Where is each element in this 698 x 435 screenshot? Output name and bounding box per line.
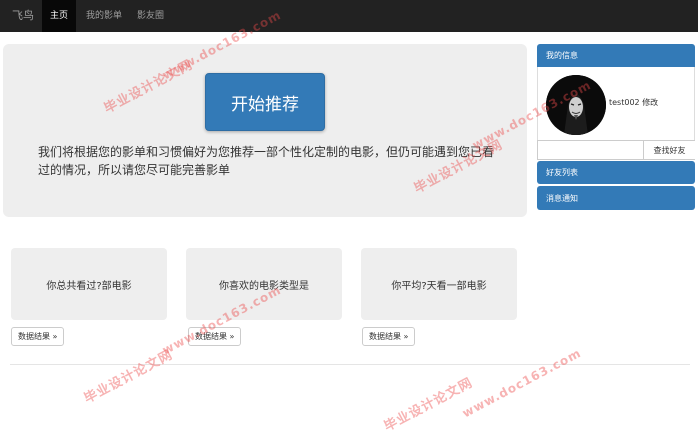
start-recommend-button[interactable]: 开始推荐 <box>205 73 325 131</box>
mask-avatar-icon <box>546 75 606 135</box>
data-result-button-1[interactable]: 数据结果 » <box>11 327 65 346</box>
notifications-header[interactable]: 消息通知 <box>537 186 695 210</box>
watermark-url: www.doc163.com <box>460 345 584 421</box>
brand-logo[interactable]: 飞鸟 <box>12 0 34 32</box>
user-line: test002 修改 <box>609 97 658 108</box>
friend-search-group: 查找好友 <box>537 140 695 160</box>
favorite-genre-card: 你喜欢的电影类型是 <box>186 248 342 320</box>
watermark-cn: 毕业设计论文网 <box>81 347 176 407</box>
find-friend-button[interactable]: 查找好友 <box>643 141 695 159</box>
divider <box>10 364 690 365</box>
my-info-header[interactable]: 我的信息 <box>537 44 695 67</box>
data-result-button-2[interactable]: 数据结果 » <box>188 327 242 346</box>
watermark-cn: 毕业设计论文网 <box>381 375 476 435</box>
nav-item-my-movielist[interactable]: 我的影单 <box>78 0 130 32</box>
friends-list-header[interactable]: 好友列表 <box>537 161 695 184</box>
friend-search-input[interactable] <box>538 141 643 159</box>
recommend-description: 我们将根据您的影单和习惯偏好为您推荐一部个性化定制的电影，但仍可能遇到您已看过的… <box>38 145 495 177</box>
nav-item-home[interactable]: 主页 <box>42 0 77 32</box>
nav-item-friends-circle[interactable]: 影友圈 <box>129 0 172 32</box>
watch-frequency-card: 你平均?天看一部电影 <box>361 248 517 320</box>
edit-profile-link[interactable]: 修改 <box>642 98 658 107</box>
top-navbar: 飞鸟 主页 我的影单 影友圈 <box>0 0 698 32</box>
username-label: test002 <box>609 98 640 107</box>
avatar[interactable] <box>546 75 606 135</box>
movies-watched-card: 你总共看过?部电影 <box>11 248 167 320</box>
data-result-button-3[interactable]: 数据结果 » <box>362 327 416 346</box>
